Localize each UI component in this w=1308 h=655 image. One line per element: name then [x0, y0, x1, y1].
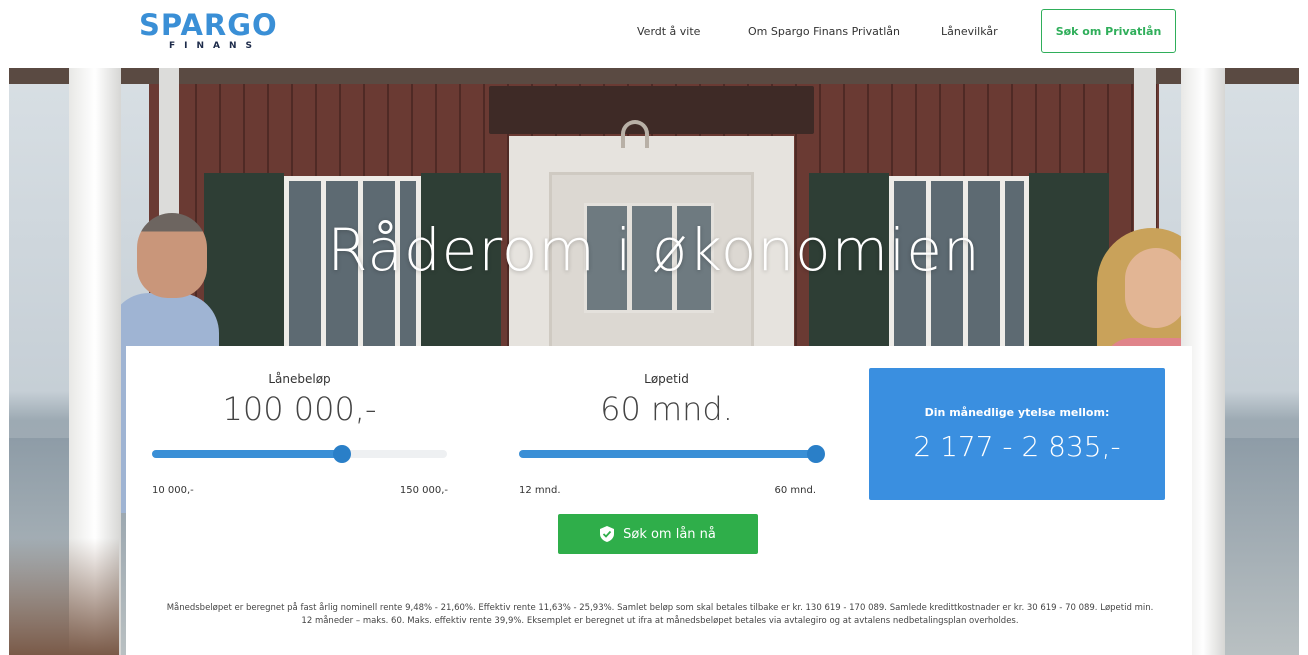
loan-calculator: Lånebeløp 100 000,- 10 000,- 150 000,- L… — [126, 346, 1192, 655]
slider-fill — [519, 450, 816, 458]
loan-term-slider[interactable] — [519, 445, 825, 463]
slider-fill — [152, 450, 342, 458]
apply-privatlan-button[interactable]: Søk om Privatlån — [1041, 9, 1176, 53]
cabin-roof — [9, 68, 1299, 84]
spargo-logo[interactable]: SPARGO FINANS — [139, 10, 289, 58]
slider-handle[interactable] — [807, 445, 825, 463]
loan-term-max: 60 mnd. — [774, 485, 816, 496]
monthly-payment-label: Din månedlige ytelse mellom: — [924, 406, 1110, 419]
shield-check-icon — [600, 526, 615, 542]
loan-term-value: 60 mnd. — [600, 390, 733, 428]
loan-amount-slider[interactable] — [152, 445, 447, 463]
loan-amount-label: Lånebeløp — [268, 372, 331, 386]
logo-main-text: SPARGO — [139, 8, 278, 42]
loan-term-label: Løpetid — [644, 372, 689, 386]
loan-amount-min: 10 000,- — [152, 485, 194, 496]
nav-lanevilkar[interactable]: Lånevilkår — [941, 25, 998, 38]
loan-disclaimer: Månedsbeløpet er beregnet på fast årlig … — [166, 603, 1154, 626]
loan-amount-max: 150 000,- — [399, 485, 448, 496]
hero-title: Råderom i økonomien — [327, 216, 981, 284]
slider-handle[interactable] — [332, 445, 351, 463]
loan-term-min: 12 mnd. — [519, 485, 561, 496]
nav-verdt-a-vite[interactable]: Verdt å vite — [637, 25, 700, 38]
beach-grass — [9, 538, 119, 655]
horseshoe-decoration — [621, 120, 649, 148]
loan-amount-value: 100 000,- — [222, 390, 377, 428]
monthly-payment-value: 2 177 - 2 835,- — [913, 430, 1121, 463]
apply-loan-button[interactable]: Søk om lån nå — [558, 514, 758, 554]
monthly-payment-box: Din månedlige ytelse mellom: 2 177 - 2 8… — [869, 368, 1165, 500]
site-header: SPARGO FINANS Verdt å vite Om Spargo Fin… — [0, 0, 1308, 68]
nav-om-spargo[interactable]: Om Spargo Finans Privatlån — [748, 25, 900, 38]
cabin-sign — [489, 86, 814, 134]
apply-loan-label: Søk om lån nå — [623, 526, 716, 542]
